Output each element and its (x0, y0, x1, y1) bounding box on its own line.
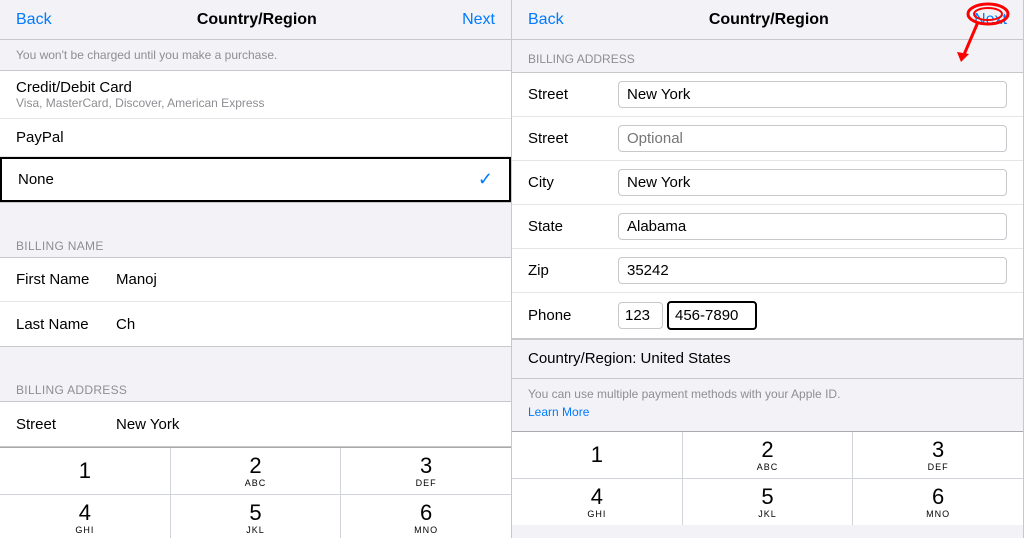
key-5-sub: JKL (246, 525, 265, 535)
credit-card-sub: Visa, MasterCard, Discover, American Exp… (16, 96, 495, 110)
state-label: State (528, 218, 618, 235)
r-key-3-sub: DEF (928, 462, 949, 472)
left-next-button[interactable]: Next (462, 11, 495, 29)
key-6-main: 6 (420, 501, 432, 525)
paypal-option[interactable]: PayPal (0, 119, 511, 157)
key-2[interactable]: 2 ABC (171, 448, 341, 494)
city-input[interactable] (618, 169, 1007, 196)
info-text: You won't be charged until you make a pu… (0, 40, 511, 70)
street1-row: Street (512, 73, 1023, 117)
street-label: Street (16, 416, 116, 433)
key-5-main: 5 (249, 501, 261, 525)
last-name-row: Last Name Ch (0, 302, 511, 346)
r-key-5-sub: JKL (758, 509, 777, 519)
zip-label: Zip (528, 262, 618, 279)
key-1-main: 1 (79, 459, 91, 483)
credit-card-option[interactable]: Credit/Debit Card Visa, MasterCard, Disc… (0, 71, 511, 119)
key-5[interactable]: 5 JKL (171, 495, 341, 538)
street-value: New York (116, 416, 179, 433)
billing-address-group: Street New York (0, 401, 511, 447)
street1-input[interactable] (618, 81, 1007, 108)
credit-card-label: Credit/Debit Card (16, 79, 495, 96)
right-keyboard: 1 2 ABC 3 DEF 4 GHI 5 JKL 6 MNO (512, 431, 1023, 525)
left-content: You won't be charged until you make a pu… (0, 40, 511, 538)
phone-inputs (618, 301, 757, 330)
billing-name-group: First Name Manoj Last Name Ch (0, 257, 511, 347)
street2-label: Street (528, 130, 618, 147)
first-name-row: First Name Manoj (0, 258, 511, 302)
r-key-2[interactable]: 2 ABC (683, 432, 853, 478)
learn-more-link[interactable]: Learn More (528, 405, 589, 419)
phone-number-input[interactable] (667, 301, 757, 330)
state-row: State (512, 205, 1023, 249)
street2-input[interactable] (618, 125, 1007, 152)
zip-input[interactable] (618, 257, 1007, 284)
key-3-sub: DEF (416, 478, 437, 488)
left-back-button[interactable]: Back (16, 11, 52, 29)
city-label: City (528, 174, 618, 191)
r-key-6-sub: MNO (926, 509, 950, 519)
right-content: BILLING ADDRESS Street Street City State… (512, 40, 1023, 538)
state-input[interactable] (618, 213, 1007, 240)
learn-more-section: You can use multiple payment methods wit… (512, 379, 1023, 431)
first-name-label: First Name (16, 271, 116, 288)
learn-more-text: You can use multiple payment methods wit… (528, 387, 840, 401)
right-nav-title: Country/Region (709, 11, 829, 29)
r-key-4-main: 4 (591, 485, 603, 509)
phone-label: Phone (528, 307, 618, 324)
zip-row: Zip (512, 249, 1023, 293)
key-6-sub: MNO (414, 525, 438, 535)
country-region-text: Country/Region: United States (528, 350, 731, 367)
r-key-5[interactable]: 5 JKL (683, 479, 853, 525)
r-key-3[interactable]: 3 DEF (853, 432, 1023, 478)
key-4-sub: GHI (75, 525, 94, 535)
r-key-1[interactable]: 1 (512, 432, 682, 478)
right-panel: Back Country/Region Next BILLING ADDRESS… (512, 0, 1024, 538)
key-4-main: 4 (79, 501, 91, 525)
none-label: None (18, 171, 54, 188)
right-next-button[interactable]: Next (974, 11, 1007, 29)
r-key-6-main: 6 (932, 485, 944, 509)
city-row: City (512, 161, 1023, 205)
phone-row: Phone (512, 293, 1023, 338)
r-key-6[interactable]: 6 MNO (853, 479, 1023, 525)
left-keyboard: 1 2 ABC 3 DEF 4 GHI 5 JKL 6 MNO (0, 447, 511, 538)
payment-methods-group: Credit/Debit Card Visa, MasterCard, Disc… (0, 70, 511, 203)
r-key-4-sub: GHI (587, 509, 606, 519)
r-key-2-sub: ABC (757, 462, 779, 472)
street1-label: Street (528, 86, 618, 103)
key-6[interactable]: 6 MNO (341, 495, 511, 538)
left-nav-title: Country/Region (197, 11, 317, 29)
last-name-label: Last Name (16, 316, 116, 333)
right-billing-form: Street Street City State Zip Phone (512, 72, 1023, 339)
r-key-2-main: 2 (761, 438, 773, 462)
section-gap-1 (0, 203, 511, 231)
none-selected-item[interactable]: None ✓ (0, 157, 511, 202)
key-3[interactable]: 3 DEF (341, 448, 511, 494)
last-name-value: Ch (116, 316, 135, 333)
left-nav-bar: Back Country/Region Next (0, 0, 511, 40)
first-name-value: Manoj (116, 271, 157, 288)
street-row: Street New York (0, 402, 511, 446)
key-2-sub: ABC (245, 478, 267, 488)
billing-name-header: BILLING NAME (0, 231, 511, 257)
right-back-button[interactable]: Back (528, 11, 564, 29)
left-panel: Back Country/Region Next You won't be ch… (0, 0, 512, 538)
r-key-1-main: 1 (591, 443, 603, 467)
phone-area-input[interactable] (618, 302, 663, 329)
billing-address-header-right: BILLING ADDRESS (512, 40, 1023, 72)
country-region-row[interactable]: Country/Region: United States (512, 339, 1023, 379)
street2-row: Street (512, 117, 1023, 161)
billing-address-header-left: BILLING ADDRESS (0, 375, 511, 401)
r-key-5-main: 5 (761, 485, 773, 509)
checkmark-icon: ✓ (478, 169, 493, 190)
key-4[interactable]: 4 GHI (0, 495, 170, 538)
r-key-4[interactable]: 4 GHI (512, 479, 682, 525)
right-nav-bar: Back Country/Region Next (512, 0, 1023, 40)
key-1[interactable]: 1 (0, 448, 170, 494)
key-3-main: 3 (420, 454, 432, 478)
key-2-main: 2 (249, 454, 261, 478)
section-gap-2 (0, 347, 511, 375)
r-key-3-main: 3 (932, 438, 944, 462)
